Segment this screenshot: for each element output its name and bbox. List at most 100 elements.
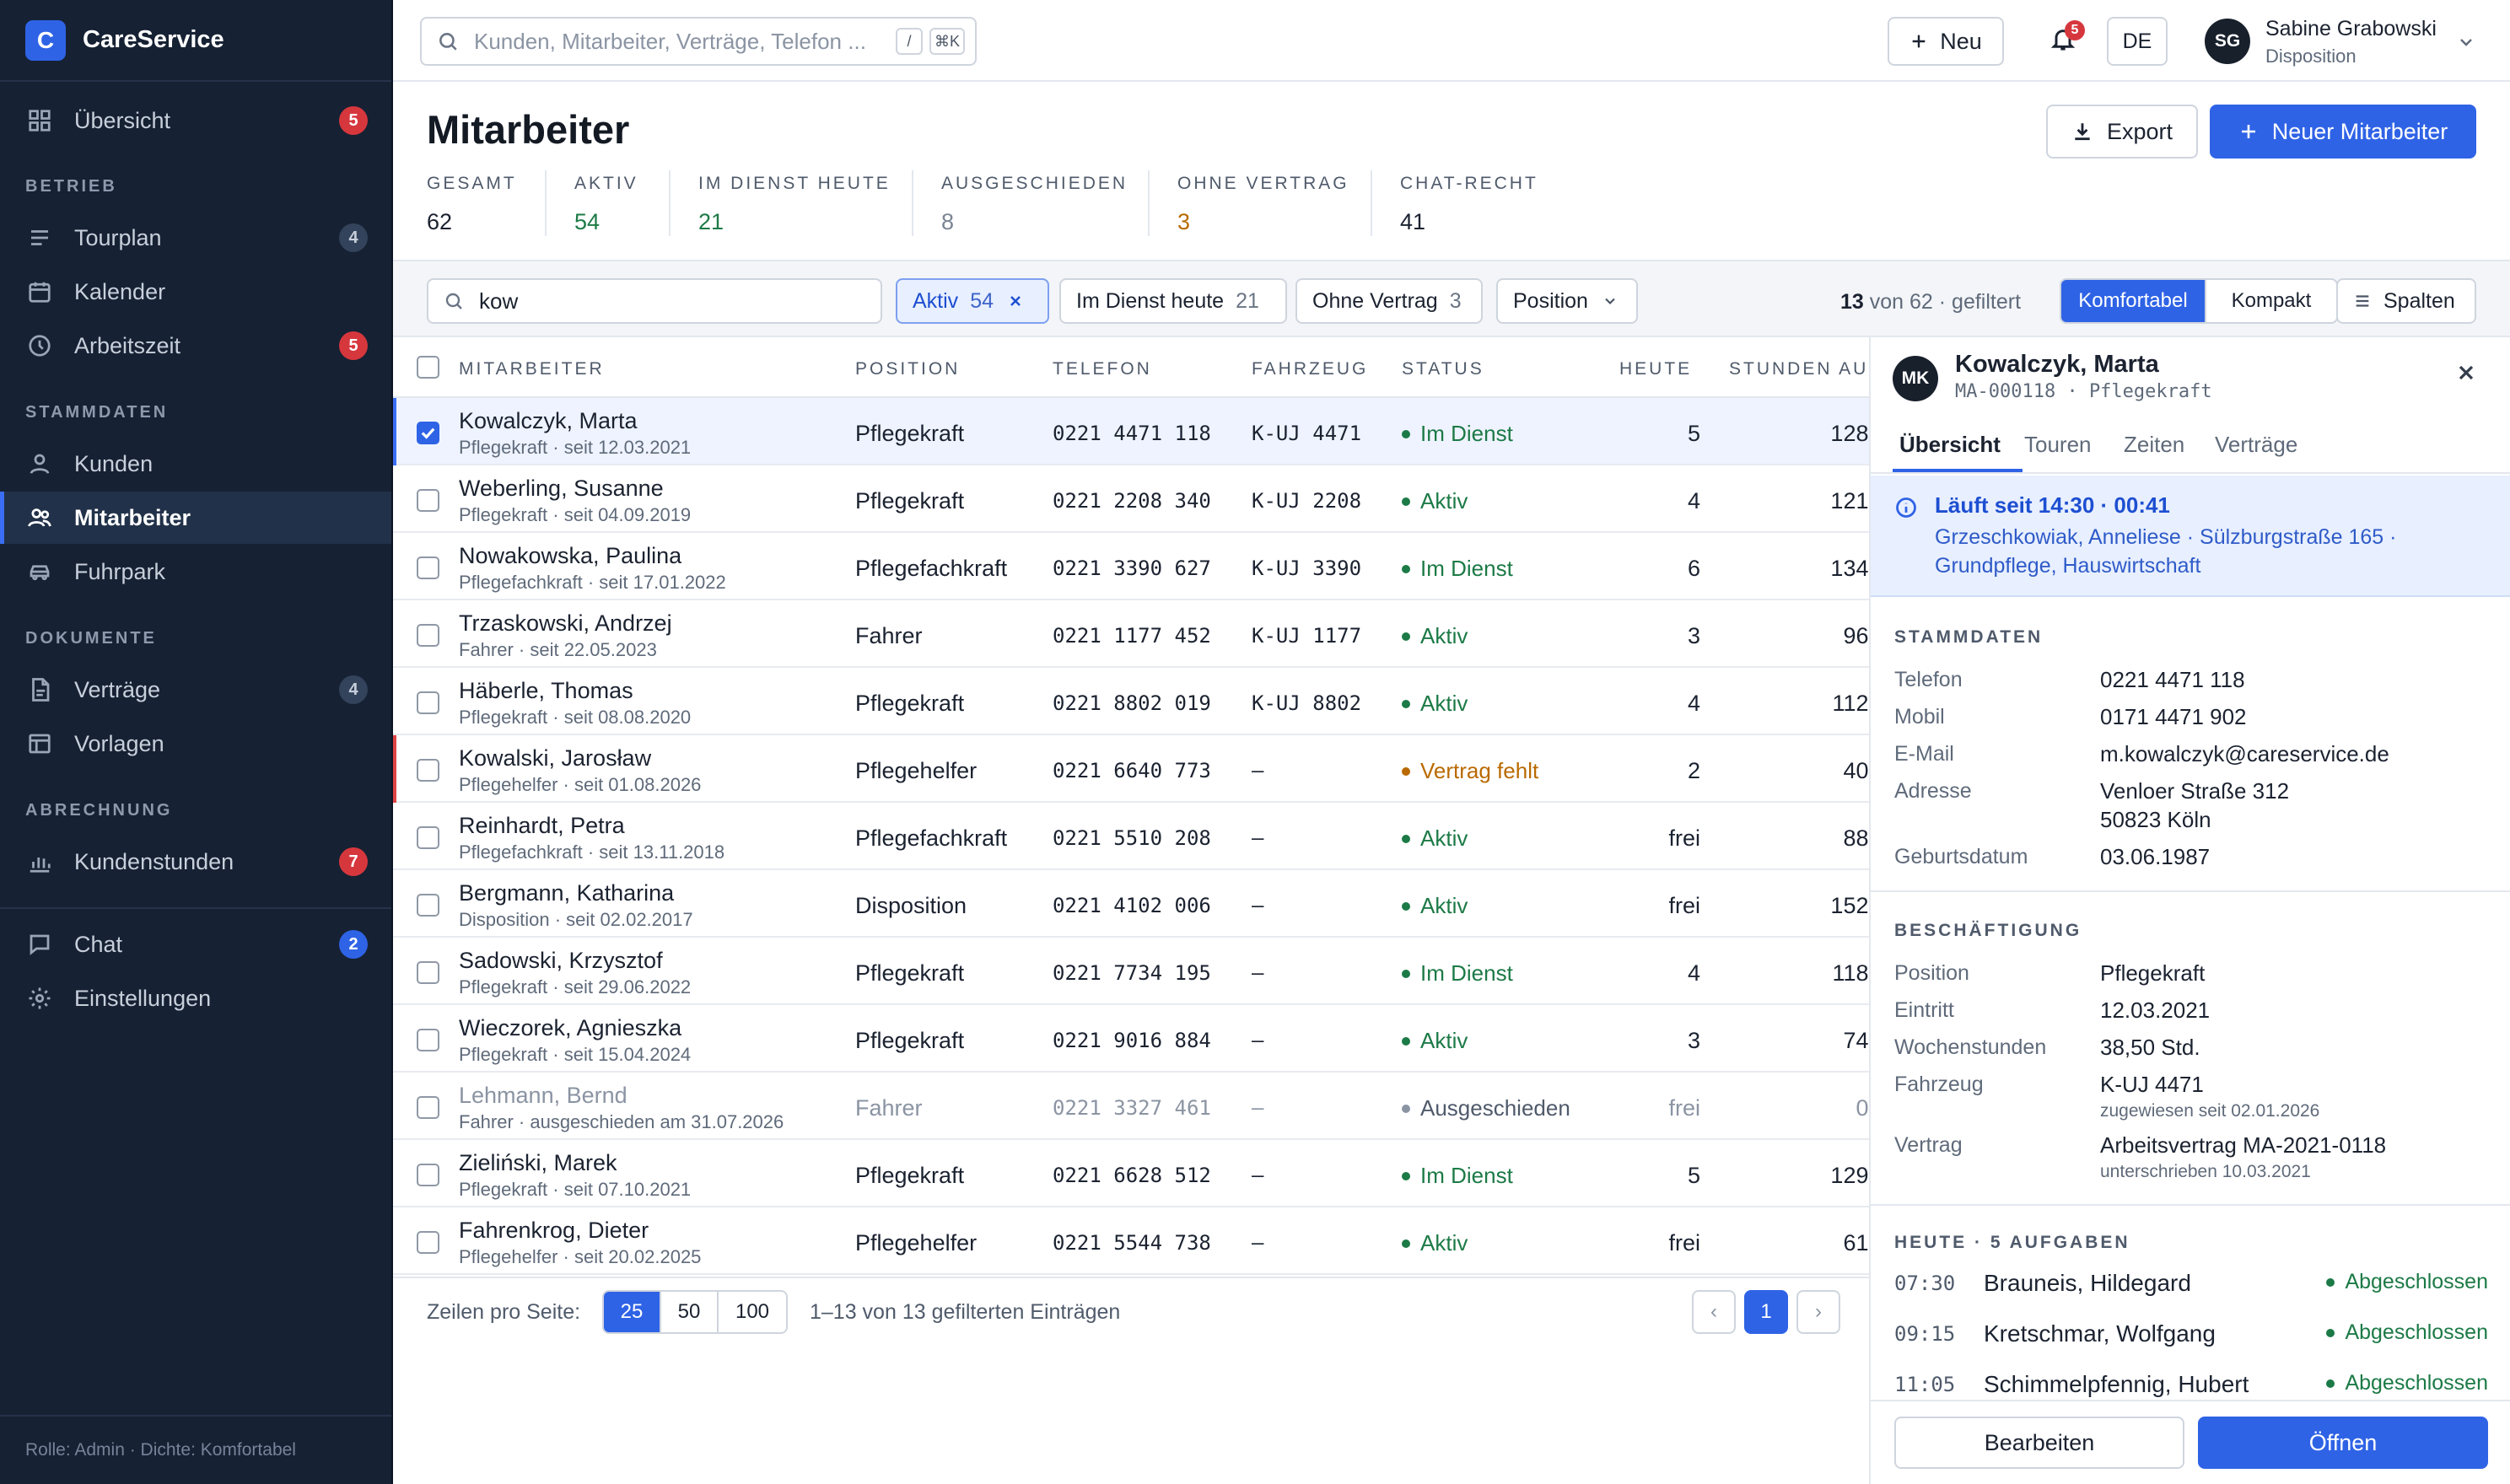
language-button[interactable]: DE bbox=[2107, 17, 2168, 66]
table-search-input[interactable]: kow bbox=[427, 278, 882, 324]
prev-page-button[interactable]: ‹ bbox=[1692, 1290, 1736, 1334]
table-row[interactable]: Trzaskowski, Andrzej Fahrer · seit 22.05.… bbox=[393, 600, 1869, 668]
row-checkbox[interactable] bbox=[417, 894, 439, 917]
close-panel-button[interactable] bbox=[2454, 361, 2478, 384]
sidebar-item-fuhrpark[interactable]: Fuhrpark bbox=[0, 546, 391, 598]
filter-position-dropdown[interactable]: Position bbox=[1496, 278, 1638, 324]
close-icon[interactable] bbox=[1007, 293, 1024, 309]
task-client[interactable]: Schimmelpfennig, Hubert bbox=[1984, 1371, 2249, 1398]
employee-name[interactable]: Kowalski, Jarosław bbox=[459, 745, 651, 772]
row-checkbox[interactable] bbox=[417, 1029, 439, 1051]
sidebar-item-kalender[interactable]: Kalender bbox=[0, 266, 391, 318]
row-checkbox[interactable] bbox=[417, 489, 439, 512]
col-header-status[interactable]: STATUS bbox=[1402, 359, 1484, 379]
contract-link[interactable]: Arbeitsvertrag MA-2021-0118 bbox=[2100, 1132, 2386, 1159]
user-menu[interactable]: SG Sabine Grabowski Disposition bbox=[2205, 10, 2483, 73]
stat-divider bbox=[912, 170, 913, 236]
page-1-button[interactable]: 1 bbox=[1744, 1290, 1788, 1334]
employee-name[interactable]: Zieliński, Marek bbox=[459, 1150, 617, 1176]
col-header-today[interactable]: HEUTE bbox=[1619, 359, 1692, 379]
page-size-25[interactable]: 25 bbox=[604, 1292, 661, 1332]
employee-name[interactable]: Kowalczyk, Marta bbox=[459, 408, 638, 434]
col-header-hours[interactable]: STUNDEN AUG bbox=[1729, 359, 1869, 379]
density-comfortable-option[interactable]: Komfortabel bbox=[2061, 280, 2206, 322]
next-page-button[interactable]: › bbox=[1796, 1290, 1840, 1334]
columns-button[interactable]: Spalten bbox=[2336, 278, 2476, 324]
col-header-name[interactable]: MITARBEITER bbox=[459, 359, 605, 379]
employee-name[interactable]: Reinhardt, Petra bbox=[459, 813, 625, 839]
table-row[interactable]: Reinhardt, Petra Pflegefachkraft · seit 1… bbox=[393, 803, 1869, 870]
sidebar-item-vorlagen[interactable]: Vorlagen bbox=[0, 718, 391, 770]
row-checkbox[interactable] bbox=[417, 624, 439, 647]
table-row[interactable]: Weberling, Susanne Pflegekraft · seit 04.… bbox=[393, 465, 1869, 533]
new-employee-button[interactable]: Neuer Mitarbeiter bbox=[2210, 105, 2476, 159]
table-row[interactable]: Zieliński, Marek Pflegekraft · seit 07.10… bbox=[393, 1140, 1869, 1207]
stat-label: AKTIV bbox=[574, 174, 638, 193]
open-button[interactable]: Öffnen bbox=[2198, 1417, 2488, 1469]
filter-chip-on-duty[interactable]: Im Dienst heute 21 bbox=[1059, 278, 1287, 324]
task-client[interactable]: Kretschmar, Wolfgang bbox=[1984, 1320, 2216, 1347]
row-checkbox[interactable] bbox=[417, 556, 439, 579]
status-label: Im Dienst bbox=[1420, 960, 1513, 986]
table-row[interactable]: Lehmann, Bernd Fahrer · ausgeschieden am … bbox=[393, 1073, 1869, 1140]
sidebar-item-overview[interactable]: Übersicht 5 bbox=[0, 94, 391, 147]
select-all-checkbox[interactable] bbox=[417, 356, 439, 379]
tab-overview[interactable]: Übersicht bbox=[1899, 432, 2001, 458]
email-link[interactable]: m.kowalczyk@careservice.de bbox=[2100, 741, 2389, 767]
export-button[interactable]: Export bbox=[2046, 105, 2198, 159]
employee-name[interactable]: Fahrenkrog, Dieter bbox=[459, 1218, 649, 1244]
row-checkbox[interactable] bbox=[417, 759, 439, 782]
employee-name[interactable]: Wieczorek, Agnieszka bbox=[459, 1015, 681, 1041]
table-row[interactable]: Kowalczyk, Marta Pflegekraft · seit 12.03… bbox=[393, 398, 1869, 465]
global-search-input[interactable]: Kunden, Mitarbeiter, Verträge, Telefon .… bbox=[420, 17, 977, 66]
task-client[interactable]: Brauneis, Hildegard bbox=[1984, 1270, 2191, 1297]
table-row[interactable]: Fahrenkrog, Dieter Pflegehelfer · seit 20… bbox=[393, 1207, 1869, 1275]
col-header-phone[interactable]: TELEFON bbox=[1053, 359, 1152, 379]
employee-name[interactable]: Sadowski, Krzysztof bbox=[459, 948, 663, 974]
tab-contracts[interactable]: Verträge bbox=[2215, 432, 2297, 458]
page-size-100[interactable]: 100 bbox=[719, 1292, 786, 1332]
table-row[interactable]: Häberle, Thomas Pflegekraft · seit 08.08.… bbox=[393, 668, 1869, 735]
employee-name[interactable]: Häberle, Thomas bbox=[459, 678, 633, 704]
row-checkbox[interactable] bbox=[417, 961, 439, 984]
table-row[interactable]: Wieczorek, Agnieszka Pflegekraft · seit 1… bbox=[393, 1005, 1869, 1073]
sidebar-item-kundenstunden[interactable]: Kundenstunden 7 bbox=[0, 836, 391, 888]
employee-today: frei bbox=[1668, 1095, 1700, 1121]
sidebar-item-mitarbeiter[interactable]: Mitarbeiter bbox=[0, 492, 391, 544]
row-checkbox[interactable] bbox=[417, 1164, 439, 1186]
sidebar-item-arbeitszeit[interactable]: Arbeitszeit 5 bbox=[0, 320, 391, 372]
table-row[interactable]: Nowakowska, Paulina Pflegefachkraft · sei… bbox=[393, 533, 1869, 600]
sidebar-item-einstellungen[interactable]: Einstellungen bbox=[0, 972, 391, 1024]
sidebar-item-chat[interactable]: Chat 2 bbox=[0, 918, 391, 971]
sidebar-item-tourplan[interactable]: Tourplan 4 bbox=[0, 212, 391, 264]
row-checkbox[interactable] bbox=[417, 691, 439, 714]
detail-tabs: Übersicht Touren Zeiten Verträge bbox=[1871, 413, 2510, 474]
tab-tours[interactable]: Touren bbox=[2024, 432, 2092, 458]
row-checkbox[interactable] bbox=[417, 1231, 439, 1254]
sidebar-item-vertraege[interactable]: Verträge 4 bbox=[0, 664, 391, 716]
density-compact-option[interactable]: Kompakt bbox=[2206, 280, 2336, 322]
notifications-button[interactable]: 5 bbox=[2049, 20, 2085, 59]
edit-button[interactable]: Bearbeiten bbox=[1894, 1417, 2184, 1469]
filter-chip-no-contract[interactable]: Ohne Vertrag 3 bbox=[1295, 278, 1483, 324]
new-button[interactable]: Neu bbox=[1888, 17, 2004, 66]
row-checkbox[interactable] bbox=[417, 422, 439, 444]
app-logo[interactable]: C CareService bbox=[0, 0, 391, 82]
col-header-position[interactable]: POSITION bbox=[855, 359, 960, 379]
employee-name[interactable]: Bergmann, Katharina bbox=[459, 880, 674, 906]
employee-name[interactable]: Weberling, Susanne bbox=[459, 476, 664, 502]
filter-chip-active[interactable]: Aktiv 54 bbox=[896, 278, 1049, 324]
employee-name[interactable]: Lehmann, Bernd bbox=[459, 1083, 628, 1109]
table-row[interactable]: Bergmann, Katharina Disposition · seit 02… bbox=[393, 870, 1869, 938]
tab-times[interactable]: Zeiten bbox=[2124, 432, 2184, 458]
table-row[interactable]: Sadowski, Krzysztof Pflegekraft · seit 29… bbox=[393, 938, 1869, 1005]
employee-today: 5 bbox=[1687, 1163, 1700, 1188]
row-checkbox[interactable] bbox=[417, 1096, 439, 1119]
page-size-50[interactable]: 50 bbox=[661, 1292, 719, 1332]
employee-name[interactable]: Trzaskowski, Andrzej bbox=[459, 610, 672, 637]
col-header-vehicle[interactable]: FAHRZEUG bbox=[1252, 359, 1368, 379]
row-checkbox[interactable] bbox=[417, 826, 439, 849]
table-row[interactable]: Kowalski, Jarosław Pflegehelfer · seit 01… bbox=[393, 735, 1869, 803]
employee-name[interactable]: Nowakowska, Paulina bbox=[459, 543, 681, 569]
sidebar-item-kunden[interactable]: Kunden bbox=[0, 438, 391, 490]
